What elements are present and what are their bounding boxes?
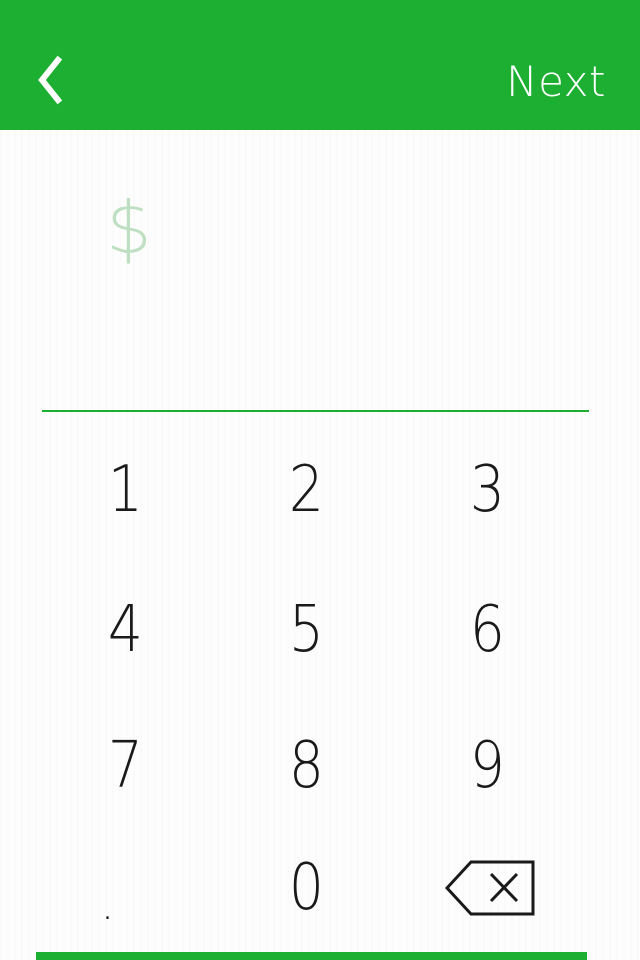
back-button[interactable]: [28, 52, 76, 108]
key-6[interactable]: 6: [397, 564, 578, 696]
key-2[interactable]: 2: [216, 424, 397, 556]
backspace-icon: [444, 860, 534, 916]
key-decimal[interactable]: .: [35, 822, 216, 954]
key-label: 0: [288, 851, 325, 925]
key-7[interactable]: 7: [35, 700, 216, 832]
key-label: 6: [469, 593, 506, 667]
key-0[interactable]: 0: [216, 822, 397, 954]
top-bar: Next: [0, 0, 640, 130]
bottom-accent-bar: [36, 952, 587, 960]
key-label: 5: [288, 593, 325, 667]
key-label: 8: [288, 729, 325, 803]
key-5[interactable]: 5: [216, 564, 397, 696]
key-3[interactable]: 3: [397, 424, 578, 556]
key-label: 3: [469, 453, 506, 527]
key-label: 9: [469, 729, 506, 803]
number-keypad: 1 2 3 4 5 6 7 8 9 . 0: [35, 420, 578, 930]
key-4[interactable]: 4: [35, 564, 216, 696]
key-label: 7: [107, 729, 144, 803]
currency-symbol: $: [106, 186, 152, 270]
key-8[interactable]: 8: [216, 700, 397, 832]
key-label: .: [100, 878, 115, 930]
next-button[interactable]: Next: [506, 56, 606, 108]
key-label: 2: [288, 453, 325, 527]
backspace-button[interactable]: [397, 822, 578, 954]
amount-divider: [42, 410, 589, 412]
key-1[interactable]: 1: [35, 424, 216, 556]
amount-display: $: [42, 180, 589, 380]
chevron-left-icon: [38, 55, 63, 105]
key-9[interactable]: 9: [397, 700, 578, 832]
key-label: 4: [107, 593, 144, 667]
key-label: 1: [107, 453, 144, 527]
